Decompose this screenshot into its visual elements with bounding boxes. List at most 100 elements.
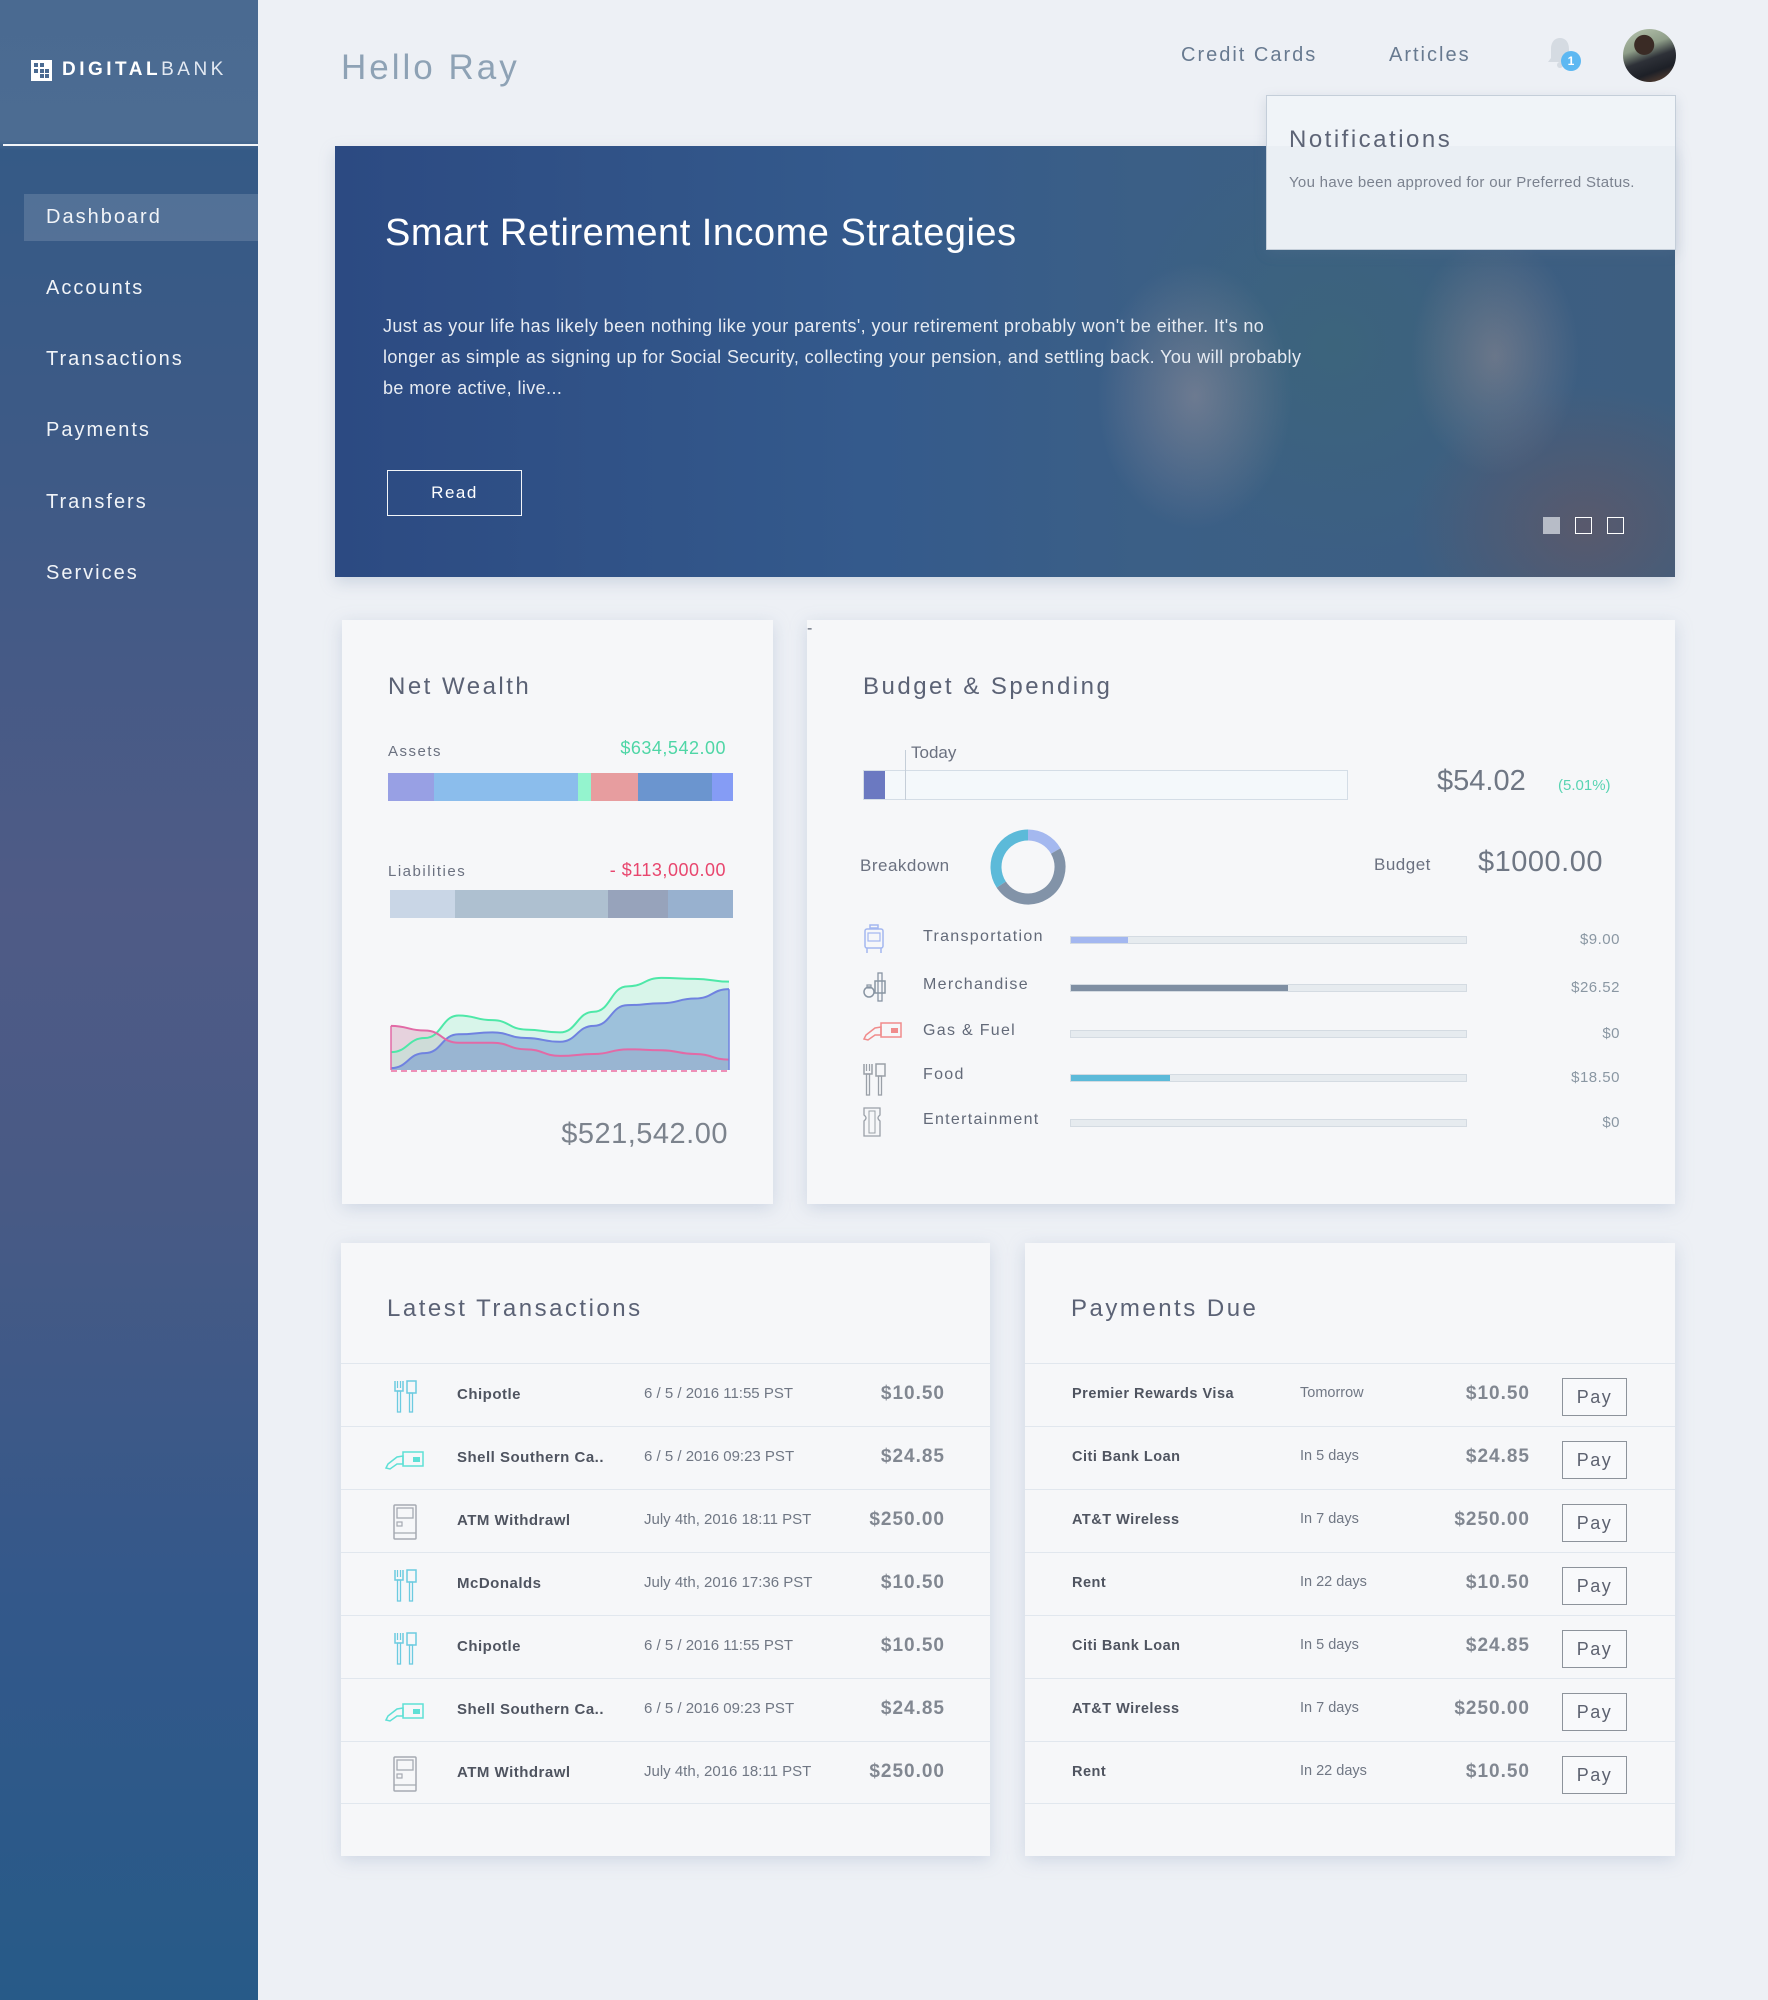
category-amount: $26.52 xyxy=(1571,979,1620,996)
donut-slice-food[interactable] xyxy=(990,829,1029,888)
transaction-date: 6 / 5 / 2016 09:23 PST xyxy=(644,1448,795,1465)
asset-segment[interactable] xyxy=(433,773,579,801)
liability-segment[interactable] xyxy=(668,890,733,918)
pay-button[interactable]: Pay xyxy=(1562,1567,1627,1605)
ticket-icon xyxy=(861,1107,887,1137)
category-progress-bar xyxy=(1070,984,1467,992)
payment-row: AT&T Wireless In 7 days $250.00 Pay xyxy=(1025,1489,1675,1552)
notifications-button[interactable]: 1 xyxy=(1545,36,1587,76)
transaction-row[interactable]: Shell Southern Ca.. 6 / 5 / 2016 09:23 P… xyxy=(341,1426,990,1489)
brand-logo[interactable]: DIGITALBANK xyxy=(31,58,227,82)
pay-button[interactable]: Pay xyxy=(1562,1630,1627,1668)
pay-button[interactable]: Pay xyxy=(1562,1378,1627,1416)
budget-label: Budget xyxy=(1374,855,1431,874)
asset-segment[interactable] xyxy=(637,773,712,801)
donut-slice-merchandise[interactable] xyxy=(996,848,1066,905)
payment-due: In 22 days xyxy=(1300,1763,1367,1779)
net-wealth-total: $521,542.00 xyxy=(561,1118,728,1150)
transaction-merchant: Shell Southern Ca.. xyxy=(457,1701,605,1718)
transaction-row[interactable]: Shell Southern Ca.. 6 / 5 / 2016 09:23 P… xyxy=(341,1678,990,1741)
nav-link-articles[interactable]: Articles xyxy=(1389,44,1471,67)
transaction-row[interactable]: McDonalds July 4th, 2016 17:36 PST $10.5… xyxy=(341,1552,990,1615)
fuel-pump-icon xyxy=(861,1018,902,1048)
fork-knife-icon xyxy=(383,1630,427,1666)
notification-message[interactable]: You have been approved for our Preferred… xyxy=(1289,170,1659,195)
spending-progress-bar xyxy=(863,770,1348,800)
payment-amount: $10.50 xyxy=(1465,1761,1530,1782)
payment-row: AT&T Wireless In 7 days $250.00 Pay xyxy=(1025,1678,1675,1741)
payment-row: Rent In 22 days $10.50 Pay xyxy=(1025,1552,1675,1615)
payments-title: Payments Due xyxy=(1071,1295,1259,1322)
brand-name: DIGITALBANK xyxy=(62,59,227,81)
transaction-row[interactable]: Chipotle 6 / 5 / 2016 11:55 PST $10.50 xyxy=(341,1615,990,1678)
category-progress-fill xyxy=(1071,985,1289,991)
category-amount: $0 xyxy=(1602,1025,1620,1042)
liability-segment[interactable] xyxy=(608,890,669,918)
category-row-entertainment[interactable]: Entertainment $0 xyxy=(807,1105,1675,1141)
user-avatar[interactable] xyxy=(1623,29,1676,82)
sidebar-item-dashboard[interactable]: Dashboard xyxy=(24,194,258,241)
category-name: Merchandise xyxy=(923,976,1029,993)
liability-segment[interactable] xyxy=(390,890,455,918)
asset-segment[interactable] xyxy=(578,773,591,801)
transaction-merchant: McDonalds xyxy=(457,1575,542,1592)
category-name: Gas & Fuel xyxy=(923,1022,1017,1039)
liability-segment[interactable] xyxy=(454,890,609,918)
today-label: Today xyxy=(911,743,957,762)
payment-row: Citi Bank Loan In 5 days $24.85 Pay xyxy=(1025,1615,1675,1678)
category-row-transportation[interactable]: Transportation $9.00 xyxy=(807,922,1675,958)
assets-bar xyxy=(388,773,733,801)
category-amount: $9.00 xyxy=(1579,931,1620,948)
donut-slice-transportation[interactable] xyxy=(1027,829,1061,855)
transaction-amount: $24.85 xyxy=(880,1698,945,1719)
fuel-pump-icon xyxy=(383,1441,427,1477)
merchandise-icon xyxy=(861,972,887,1002)
asset-segment[interactable] xyxy=(388,773,434,801)
latest-transactions-card: Latest Transactions Chipotle 6 / 5 / 201… xyxy=(341,1243,990,1856)
carousel-dot-3[interactable] xyxy=(1607,517,1624,534)
payment-row: Rent In 22 days $10.50 Pay xyxy=(1025,1741,1675,1804)
category-row-food[interactable]: Food $18.50 xyxy=(807,1060,1675,1096)
budget-amount: $1000.00 xyxy=(1478,846,1603,878)
category-amount: $0 xyxy=(1602,1114,1620,1131)
carousel-dot-2[interactable] xyxy=(1575,517,1592,534)
net-wealth-title: Net Wealth xyxy=(388,673,532,700)
sidebar-item-transactions[interactable]: Transactions xyxy=(24,336,258,383)
payment-row: Citi Bank Loan In 5 days $24.85 Pay xyxy=(1025,1426,1675,1489)
transaction-date: 6 / 5 / 2016 09:23 PST xyxy=(644,1700,795,1717)
transaction-row[interactable]: ATM Withdrawl July 4th, 2016 18:11 PST $… xyxy=(341,1741,990,1804)
greeting: Hello Ray xyxy=(341,48,520,87)
asset-segment[interactable] xyxy=(590,773,638,801)
read-button[interactable]: Read xyxy=(387,470,522,516)
category-name: Entertainment xyxy=(923,1111,1040,1128)
breakdown-label: Breakdown xyxy=(860,856,950,875)
nav-link-credit-cards[interactable]: Credit Cards xyxy=(1181,44,1317,67)
bus-icon xyxy=(861,924,887,954)
sidebar-item-payments[interactable]: Payments xyxy=(24,407,258,454)
pay-button[interactable]: Pay xyxy=(1562,1693,1627,1731)
budget-card: Budget & Spending Today $54.02 (5.01%) B… xyxy=(807,620,1675,1204)
logo-grid-icon xyxy=(31,59,52,81)
net-wealth-card: Net Wealth Assets $634,542.00 Liabilitie… xyxy=(342,620,773,1204)
category-progress-fill xyxy=(1071,1075,1170,1081)
asset-segment[interactable] xyxy=(711,773,733,801)
pay-button[interactable]: Pay xyxy=(1562,1441,1627,1479)
category-progress-bar xyxy=(1070,1030,1467,1038)
transaction-date: July 4th, 2016 17:36 PST xyxy=(644,1574,813,1591)
payment-due: In 7 days xyxy=(1300,1700,1359,1716)
category-row-merchandise[interactable]: Merchandise $26.52 xyxy=(807,970,1675,1006)
brand-name-light: BANK xyxy=(161,59,227,80)
brand-name-bold: DIGITAL xyxy=(62,59,162,80)
sidebar-item-services[interactable]: Services xyxy=(24,550,258,597)
pay-button[interactable]: Pay xyxy=(1562,1504,1627,1542)
payment-amount: $24.85 xyxy=(1465,1635,1530,1656)
carousel-dot-1[interactable] xyxy=(1543,517,1560,534)
transaction-row[interactable]: Chipotle 6 / 5 / 2016 11:55 PST $10.50 xyxy=(341,1363,990,1426)
category-row-gas-fuel[interactable]: Gas & Fuel $0 xyxy=(807,1016,1675,1052)
pay-button[interactable]: Pay xyxy=(1562,1756,1627,1794)
category-progress-bar xyxy=(1070,1119,1467,1127)
sidebar-item-accounts[interactable]: Accounts xyxy=(24,265,258,312)
transaction-row[interactable]: ATM Withdrawl July 4th, 2016 18:11 PST $… xyxy=(341,1489,990,1552)
sidebar-item-transfers[interactable]: Transfers xyxy=(24,479,258,526)
liabilities-amount: - $113,000.00 xyxy=(609,860,726,880)
